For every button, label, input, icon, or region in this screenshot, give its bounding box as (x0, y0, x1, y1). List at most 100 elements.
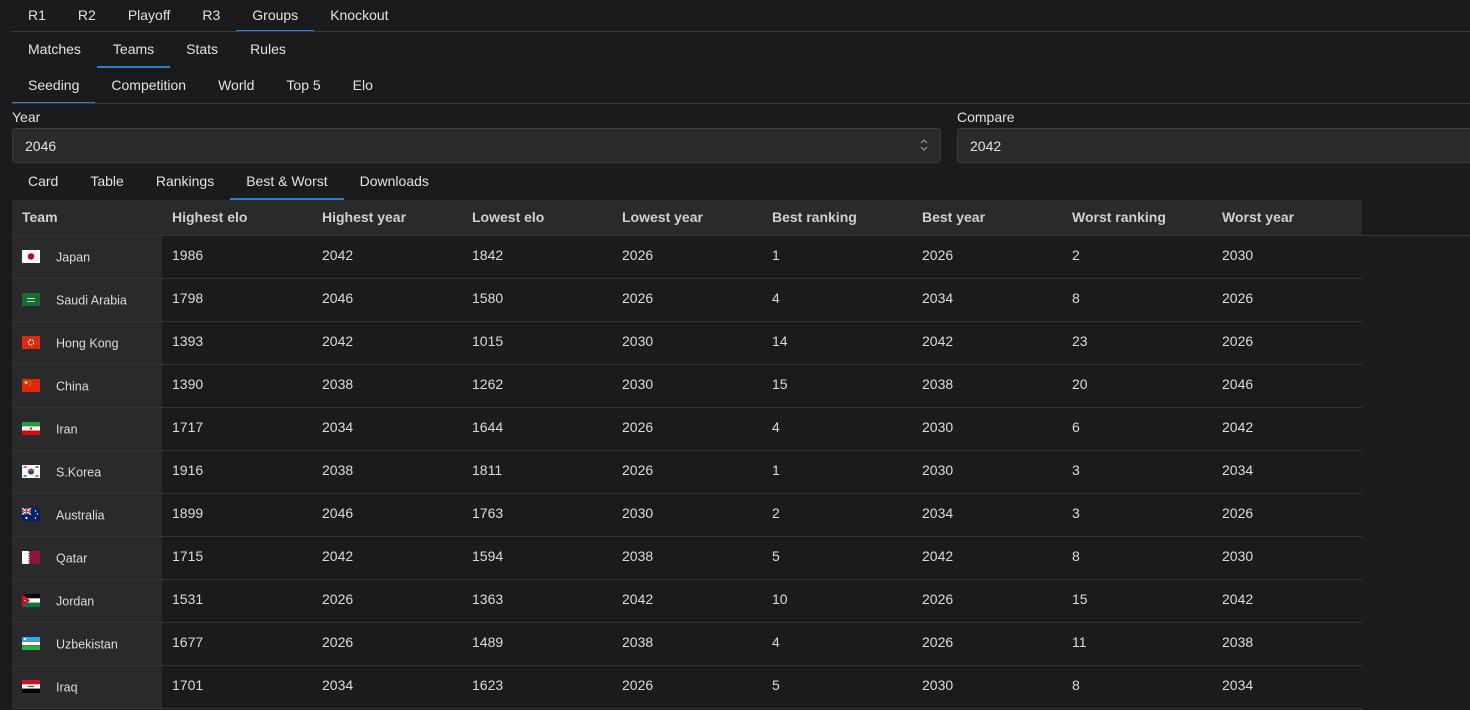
team-name: Hong Kong (56, 336, 119, 351)
cell-lowest-elo: 1594 (462, 536, 612, 580)
cell-best-ranking: 4 (762, 622, 912, 666)
cell-best-year: 2026 (912, 579, 1062, 623)
tab-teams[interactable]: Teams (96, 32, 171, 68)
cell-best-year: 2030 (912, 450, 1062, 494)
cell-worst-ranking: 2 (1062, 235, 1212, 279)
cell-best-year: 2026 (912, 235, 1062, 279)
year-value: 2046 (25, 137, 57, 154)
cell-lowest-elo: 1262 (462, 364, 612, 408)
cell-worst-year: 2030 (1212, 235, 1362, 279)
cell-highest-elo: 1798 (162, 278, 312, 322)
cell-highest-year: 2034 (312, 407, 462, 451)
tab-elo[interactable]: Elo (337, 68, 389, 104)
cell-best-year: 2042 (912, 536, 1062, 580)
table-row: Saudi Arabia 1798 2046 1580 2026 4 2034 8 2026 (12, 278, 1362, 322)
cell-best-ranking: 2 (762, 493, 912, 537)
cell-best-ranking: 5 (762, 665, 912, 709)
tab-downloads[interactable]: Downloads (344, 164, 445, 200)
cell-worst-ranking: 8 (1062, 278, 1212, 322)
team-cell: Australia (12, 493, 162, 537)
cell-highest-elo: 1899 (162, 493, 312, 537)
cell-best-year: 2038 (912, 364, 1062, 408)
section-tabs: Matches Teams Stats Rules (12, 32, 302, 68)
table-row: Uzbekistan 1677 2026 1489 2038 4 2026 11 2038 (12, 622, 1362, 666)
team-name: Uzbekistan (56, 637, 118, 652)
tab-stats[interactable]: Stats (170, 32, 234, 68)
cell-worst-year: 2034 (1212, 450, 1362, 494)
cell-highest-year: 2038 (312, 450, 462, 494)
cell-worst-ranking: 6 (1062, 407, 1212, 451)
cell-lowest-year: 2026 (612, 407, 762, 451)
cell-worst-ranking: 23 (1062, 321, 1212, 365)
cell-lowest-elo: 1015 (462, 321, 612, 365)
uzbekistan-flag-icon (22, 636, 40, 650)
cell-lowest-year: 2030 (612, 364, 762, 408)
stat-view-tabs: Card Table Rankings Best & Worst Downloa… (12, 164, 445, 200)
cell-lowest-elo: 1623 (462, 665, 612, 709)
col-best-year[interactable]: Best year (912, 200, 1062, 236)
cell-highest-year: 2034 (312, 665, 462, 709)
tab-groups[interactable]: Groups (236, 0, 315, 32)
year-select[interactable]: 2046 (12, 128, 941, 163)
col-best-ranking[interactable]: Best ranking (762, 200, 912, 236)
col-worst-ranking[interactable]: Worst ranking (1062, 200, 1212, 236)
cell-worst-ranking: 3 (1062, 493, 1212, 537)
col-worst-year[interactable]: Worst year (1212, 200, 1362, 236)
team-cell: China (12, 364, 162, 408)
cell-highest-year: 2038 (312, 364, 462, 408)
table-row: Australia 1899 2046 1763 2030 2 2034 3 2026 (12, 493, 1362, 537)
col-team[interactable]: Team (12, 200, 162, 236)
cell-worst-ranking: 11 (1062, 622, 1212, 666)
col-highest-elo[interactable]: Highest elo (162, 200, 312, 236)
col-lowest-elo[interactable]: Lowest elo (462, 200, 612, 236)
col-lowest-year[interactable]: Lowest year (612, 200, 762, 236)
team-name: Iran (56, 422, 78, 437)
team-name: China (56, 379, 89, 394)
compare-select[interactable]: 2042 (957, 128, 1470, 163)
cell-best-ranking: 1 (762, 450, 912, 494)
cell-best-year: 2030 (912, 407, 1062, 451)
tab-world[interactable]: World (202, 68, 270, 104)
tab-r3[interactable]: R3 (186, 0, 236, 32)
best-worst-table: Team Highest elo Highest year Lowest elo… (12, 200, 1362, 709)
tab-knockout[interactable]: Knockout (314, 0, 404, 32)
tab-r2[interactable]: R2 (62, 0, 112, 32)
cell-lowest-year: 2042 (612, 579, 762, 623)
tab-best-worst[interactable]: Best & Worst (230, 164, 344, 200)
tab-rankings[interactable]: Rankings (140, 164, 230, 200)
cell-highest-year: 2042 (312, 235, 462, 279)
tab-seeding[interactable]: Seeding (12, 68, 96, 104)
tab-table[interactable]: Table (74, 164, 139, 200)
tab-r1[interactable]: R1 (12, 0, 62, 32)
cell-worst-year: 2030 (1212, 536, 1362, 580)
tab-competition[interactable]: Competition (95, 68, 202, 104)
table-row: Japan 1986 2042 1842 2026 1 2026 2 2030 (12, 235, 1362, 279)
cell-lowest-elo: 1489 (462, 622, 612, 666)
cell-best-ranking: 5 (762, 536, 912, 580)
tab-top-5[interactable]: Top 5 (270, 68, 336, 104)
cell-best-year: 2042 (912, 321, 1062, 365)
table-row: Iraq 1701 2034 1623 2026 5 2030 8 2034 (12, 665, 1362, 709)
cell-highest-year: 2042 (312, 321, 462, 365)
cell-best-year: 2026 (912, 622, 1062, 666)
table-row: Qatar 1715 2042 1594 2038 5 2042 8 2030 (12, 536, 1362, 580)
divider (12, 103, 1470, 104)
cell-highest-year: 2026 (312, 622, 462, 666)
table-row: Iran 1717 2034 1644 2026 4 2030 6 2042 (12, 407, 1362, 451)
team-name: Iraq (56, 680, 78, 695)
cell-worst-ranking: 8 (1062, 665, 1212, 709)
year-label: Year (12, 109, 41, 125)
cell-lowest-year: 2038 (612, 536, 762, 580)
cell-lowest-year: 2026 (612, 450, 762, 494)
table-row: Hong Kong 1393 2042 1015 2030 14 2042 23 2026 (12, 321, 1362, 365)
col-highest-year[interactable]: Highest year (312, 200, 462, 236)
cell-worst-ranking: 20 (1062, 364, 1212, 408)
cell-worst-ranking: 8 (1062, 536, 1212, 580)
cell-best-year: 2034 (912, 493, 1062, 537)
tab-playoff[interactable]: Playoff (112, 0, 187, 32)
cell-worst-year: 2042 (1212, 407, 1362, 451)
tab-rules[interactable]: Rules (234, 32, 302, 68)
cell-worst-year: 2046 (1212, 364, 1362, 408)
tab-card[interactable]: Card (12, 164, 74, 200)
tab-matches[interactable]: Matches (12, 32, 97, 68)
